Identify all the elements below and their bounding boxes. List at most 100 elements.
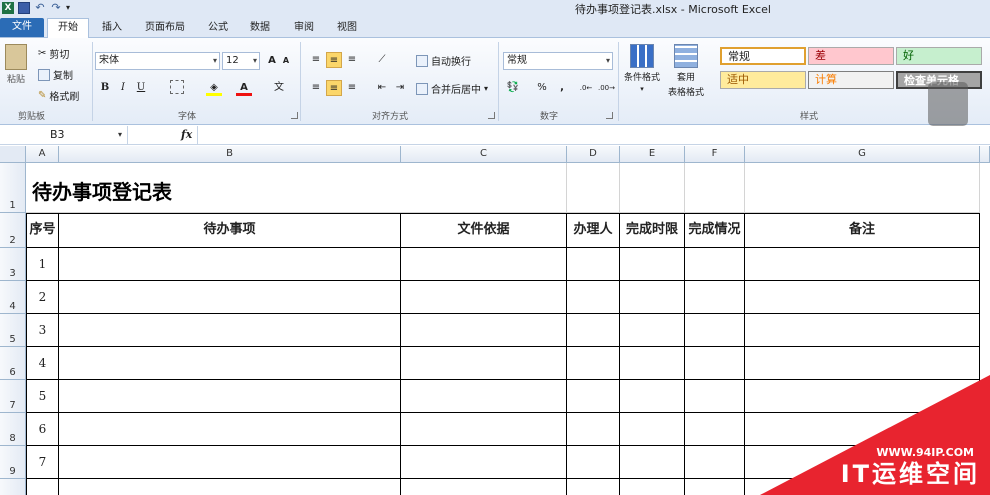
row-header-7[interactable]: 7 — [0, 380, 26, 413]
table-cell[interactable] — [620, 479, 685, 495]
table-cell[interactable] — [620, 413, 685, 446]
table-cell[interactable] — [59, 314, 401, 347]
decrease-decimal-icon[interactable]: .00→ — [598, 80, 615, 96]
conditional-format-button[interactable]: 条件格式 ▾ — [624, 44, 660, 93]
header-cell-status[interactable]: 完成情况 — [685, 213, 745, 248]
table-cell[interactable] — [567, 446, 620, 479]
header-cell-deadline[interactable]: 完成时限 — [620, 213, 685, 248]
cut-button[interactable]: ✂ 剪切 — [38, 46, 69, 61]
serial-cell[interactable]: 2 — [26, 281, 59, 314]
table-cell[interactable] — [59, 479, 401, 495]
table-cell[interactable] — [685, 479, 745, 495]
table-cell[interactable] — [620, 347, 685, 380]
table-cell[interactable] — [401, 413, 567, 446]
style-neutral[interactable]: 适中 — [720, 71, 806, 89]
serial-cell[interactable]: 5 — [26, 380, 59, 413]
border-icon[interactable] — [170, 80, 184, 94]
column-header-d[interactable]: D — [567, 146, 620, 163]
table-cell[interactable] — [745, 314, 980, 347]
comma-button[interactable]: , — [554, 80, 570, 96]
tab-view[interactable]: 视图 — [335, 19, 359, 38]
tab-home[interactable]: 开始 — [47, 18, 89, 39]
name-box[interactable]: B3 — [0, 126, 128, 145]
format-painter-button[interactable]: ✎ 格式刷 — [38, 88, 79, 103]
cell-f1[interactable] — [685, 163, 745, 213]
style-calculation[interactable]: 计算 — [808, 71, 894, 89]
table-cell[interactable] — [401, 314, 567, 347]
format-as-table-button[interactable]: 套用 表格格式 — [668, 44, 704, 98]
serial-cell[interactable]: 6 — [26, 413, 59, 446]
table-cell[interactable] — [401, 380, 567, 413]
table-cell[interactable] — [567, 347, 620, 380]
table-cell[interactable] — [620, 281, 685, 314]
table-cell[interactable] — [59, 347, 401, 380]
cell-g1[interactable] — [745, 163, 980, 213]
table-cell[interactable] — [59, 446, 401, 479]
table-cell[interactable] — [401, 446, 567, 479]
italic-button[interactable]: I — [115, 80, 131, 96]
redo-icon[interactable]: ↷ — [50, 2, 62, 14]
cell-c1[interactable] — [401, 163, 567, 213]
header-cell-handler[interactable]: 办理人 — [567, 213, 620, 248]
table-cell[interactable] — [685, 446, 745, 479]
row-header-1[interactable]: 1 — [0, 163, 26, 213]
font-name-dropdown[interactable]: 宋体 ▾ — [95, 52, 220, 70]
table-cell[interactable] — [59, 413, 401, 446]
table-cell[interactable] — [59, 248, 401, 281]
table-cell[interactable] — [685, 380, 745, 413]
table-cell[interactable] — [745, 248, 980, 281]
table-cell[interactable] — [745, 380, 980, 413]
row-header-4[interactable]: 4 — [0, 281, 26, 314]
header-cell-basis[interactable]: 文件依据 — [401, 213, 567, 248]
select-all-corner[interactable] — [0, 146, 26, 163]
serial-cell[interactable]: 3 — [26, 314, 59, 347]
column-header-g[interactable]: G — [745, 146, 980, 163]
tab-file[interactable]: 文件 — [0, 18, 44, 37]
table-cell[interactable] — [685, 413, 745, 446]
table-cell[interactable] — [567, 479, 620, 495]
orientation-icon[interactable]: ⟋ — [374, 52, 390, 68]
formula-input[interactable] — [197, 126, 990, 145]
accounting-icon[interactable]: 💱 — [505, 80, 521, 96]
style-good[interactable]: 好 — [896, 47, 982, 65]
paste-button[interactable]: 粘贴 — [5, 44, 27, 85]
align-right-icon[interactable]: ≡ — [344, 80, 360, 96]
column-header-c[interactable]: C — [401, 146, 567, 163]
increase-decimal-icon[interactable]: .0← — [578, 80, 594, 96]
merge-center-button[interactable]: 合并后居中 ▾ — [416, 81, 488, 96]
wrap-text-button[interactable]: 自动换行 — [416, 53, 471, 68]
align-left-icon[interactable]: ≡ — [308, 80, 324, 96]
customize-qat-icon[interactable]: ▾ — [66, 2, 78, 14]
style-normal[interactable]: 常规 — [720, 47, 806, 65]
align-middle-icon[interactable]: ≡ — [326, 52, 342, 68]
tab-formulas[interactable]: 公式 — [206, 19, 230, 38]
header-cell-serial[interactable]: 序号 — [26, 213, 59, 248]
table-cell[interactable] — [620, 446, 685, 479]
table-cell[interactable] — [567, 314, 620, 347]
column-header-e[interactable]: E — [620, 146, 685, 163]
percent-button[interactable]: % — [534, 80, 550, 96]
cell-e1[interactable] — [620, 163, 685, 213]
number-dialog-launcher[interactable] — [606, 112, 613, 119]
excel-logo-icon[interactable]: X — [2, 2, 14, 14]
table-cell[interactable] — [685, 248, 745, 281]
table-cell[interactable] — [567, 413, 620, 446]
phonetic-button[interactable]: 文 — [271, 80, 287, 96]
column-header-b[interactable]: B — [59, 146, 401, 163]
align-top-icon[interactable]: ≡ — [308, 52, 324, 68]
align-center-icon[interactable]: ≡ — [326, 80, 342, 96]
insert-function-button[interactable]: fx — [181, 128, 192, 141]
serial-cell[interactable] — [26, 479, 59, 495]
tab-review[interactable]: 审阅 — [292, 19, 316, 38]
column-header-a[interactable]: A — [26, 146, 59, 163]
row-header-10[interactable] — [0, 479, 26, 495]
table-cell[interactable] — [745, 479, 980, 495]
copy-button[interactable]: 复制 — [38, 67, 73, 82]
table-cell[interactable] — [567, 281, 620, 314]
table-cell[interactable] — [745, 281, 980, 314]
row-header-3[interactable]: 3 — [0, 248, 26, 281]
font-size-dropdown[interactable]: 12 ▾ — [222, 52, 260, 70]
font-dialog-launcher[interactable] — [291, 112, 298, 119]
row-header-6[interactable]: 6 — [0, 347, 26, 380]
table-cell[interactable] — [59, 380, 401, 413]
